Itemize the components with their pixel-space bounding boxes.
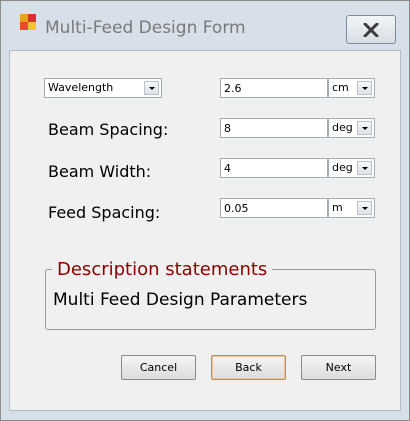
chevron-down-icon[interactable] [144, 81, 159, 95]
beam-width-unit-value: deg [332, 161, 353, 174]
feed-spacing-unit-value: m [332, 201, 343, 214]
next-button[interactable]: Next [301, 355, 376, 380]
chevron-down-icon[interactable] [357, 201, 372, 215]
close-x-icon [363, 22, 379, 37]
beam-spacing-label: Beam Spacing: [48, 120, 169, 139]
chevron-down-icon[interactable] [357, 121, 372, 135]
wavelength-unit-value: cm [332, 81, 349, 94]
chevron-down-icon[interactable] [357, 161, 372, 175]
chevron-down-icon[interactable] [357, 81, 372, 95]
beam-spacing-input[interactable] [221, 119, 327, 137]
wavelength-unit-select[interactable]: cm [328, 78, 375, 98]
parameter-select[interactable]: Wavelength [44, 78, 162, 98]
feed-spacing-input[interactable] [221, 199, 327, 217]
feed-spacing-label: Feed Spacing: [48, 203, 161, 222]
beam-spacing-unit-select[interactable]: deg [328, 118, 375, 138]
description-text: Multi Feed Design Parameters [53, 290, 308, 310]
window-title: Multi-Feed Design Form [45, 18, 246, 38]
beam-spacing-unit-value: deg [332, 121, 353, 134]
title-bar[interactable]: Multi-Feed Design Form [1, 1, 409, 44]
feed-spacing-unit-select[interactable]: m [328, 198, 375, 218]
description-group-title: Description statements [52, 260, 273, 280]
wavelength-field[interactable] [220, 78, 328, 98]
back-button[interactable]: Back [211, 355, 286, 380]
app-icon [20, 14, 36, 30]
beam-width-unit-select[interactable]: deg [328, 158, 375, 178]
parameter-select-value: Wavelength [48, 81, 114, 94]
beam-width-field[interactable] [220, 158, 328, 178]
beam-width-input[interactable] [221, 159, 327, 177]
beam-spacing-field[interactable] [220, 118, 328, 138]
cancel-button[interactable]: Cancel [121, 355, 196, 380]
feed-spacing-field[interactable] [220, 198, 328, 218]
close-button[interactable] [346, 15, 396, 44]
wavelength-input[interactable] [221, 79, 327, 97]
beam-width-label: Beam Width: [48, 162, 152, 181]
